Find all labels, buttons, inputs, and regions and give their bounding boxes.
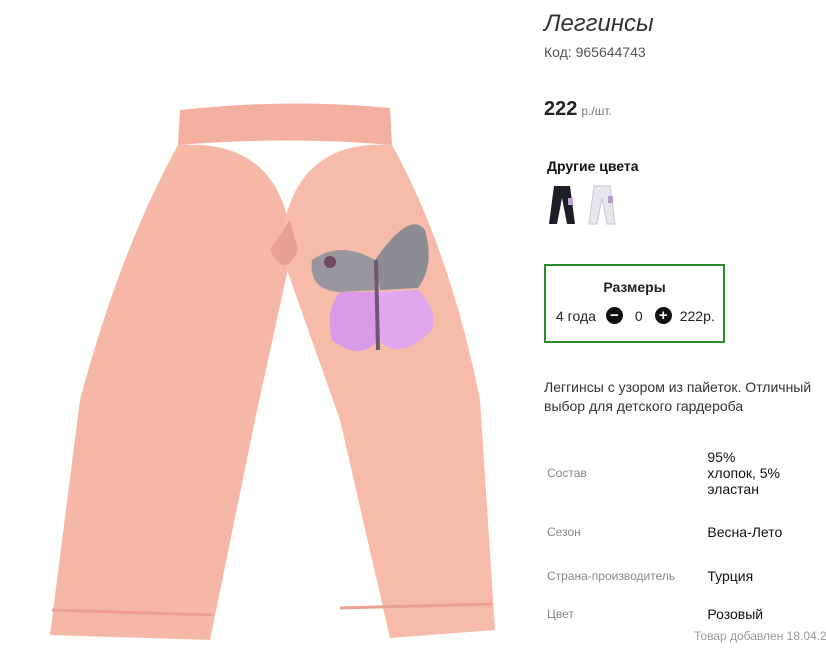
attribute-value: Турция — [707, 568, 754, 584]
product-image — [50, 103, 495, 640]
attribute-name: Состав — [547, 466, 587, 480]
sizes-box: Размеры 4 года − 0 + 222р. — [544, 264, 725, 343]
attribute-row: Сезон Весна-Лето — [544, 510, 784, 554]
attribute-row: Состав 95% хлопок, 5% эластан — [544, 436, 784, 510]
other-colors-heading: Другие цвета — [547, 158, 639, 174]
product-title: Леггинсы — [544, 10, 654, 37]
attribute-value: 95% хлопок, 5% эластан — [707, 449, 781, 497]
size-row: 4 года − 0 + 222р. — [556, 307, 715, 324]
color-swatch-black[interactable] — [547, 184, 577, 226]
size-price: 222р. — [679, 307, 715, 324]
sizes-title: Размеры — [603, 279, 666, 295]
color-swatch-white[interactable] — [587, 184, 617, 226]
attribute-row: Цвет Розовый — [544, 598, 784, 630]
attributes-table: Состав 95% хлопок, 5% эластан Сезон Весн… — [544, 436, 784, 630]
decrease-quantity-button[interactable]: − — [605, 307, 623, 324]
product-price: 222 р./шт. — [544, 98, 612, 121]
attribute-value: Розовый — [707, 606, 764, 622]
price-amount: 222 — [544, 98, 578, 120]
product-description: Леггинсы с узором из пайеток. Отличный в… — [544, 379, 812, 414]
attribute-row: Страна-производитель Турция — [544, 554, 784, 598]
added-date-text: Товар добавлен 18.04.2 — [694, 629, 826, 643]
price-unit: р./шт. — [581, 104, 612, 118]
attribute-name: Сезон — [547, 525, 581, 539]
attribute-value: Весна-Лето — [707, 524, 783, 540]
product-code: Код: 965644743 — [544, 44, 646, 60]
attribute-name: Страна-производитель — [547, 569, 676, 583]
quantity-value[interactable]: 0 — [635, 308, 643, 324]
other-colors-list — [547, 184, 617, 226]
size-label: 4 года — [556, 307, 596, 324]
attribute-name: Цвет — [547, 607, 574, 621]
increase-quantity-button[interactable]: + — [654, 307, 672, 324]
